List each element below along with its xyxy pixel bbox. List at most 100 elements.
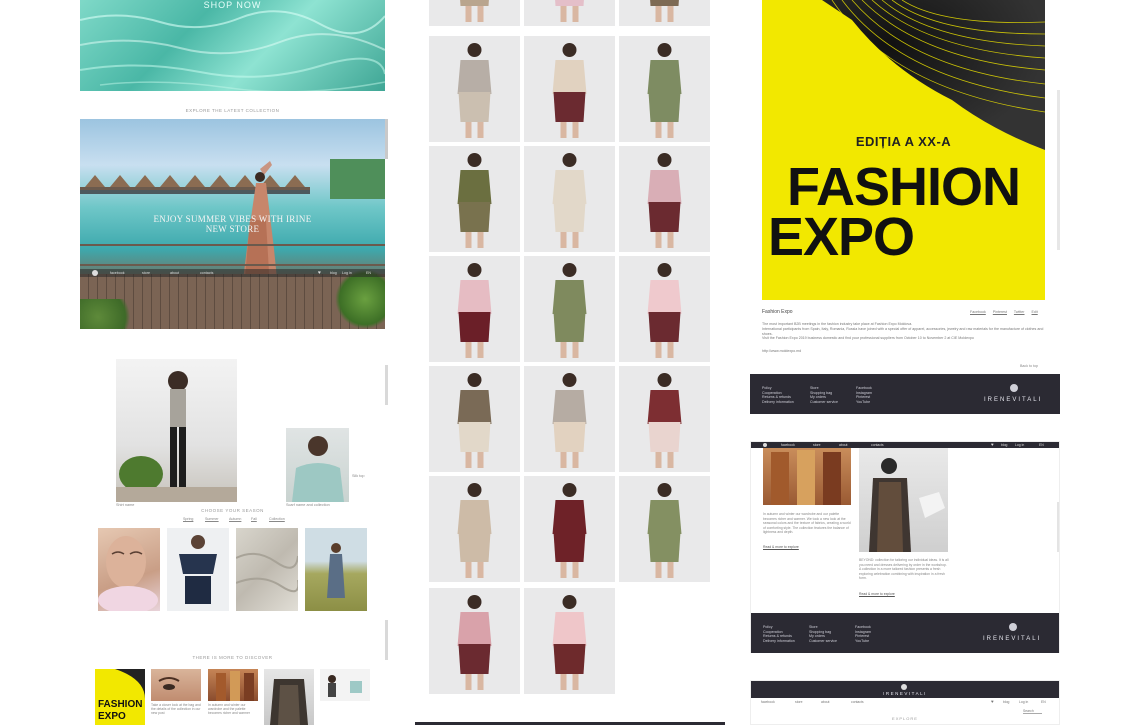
page2-photo-atelier[interactable] — [859, 448, 948, 552]
product-card[interactable] — [429, 0, 520, 26]
product-card[interactable] — [524, 36, 615, 142]
footer2-brand[interactable]: IRENEVITALI — [983, 636, 1041, 642]
season-photo-face[interactable] — [98, 528, 160, 611]
banner-nav-store[interactable]: store — [142, 271, 150, 275]
product-card[interactable] — [619, 0, 710, 26]
page2-nav-store[interactable]: store — [813, 443, 821, 447]
left-scrollbar-2[interactable] — [385, 365, 388, 405]
page2-link1[interactable]: Read & more to explore — [763, 545, 799, 549]
product-card[interactable] — [619, 36, 710, 142]
page3-nav-store[interactable]: store — [795, 700, 803, 704]
model-silhouette — [647, 263, 682, 358]
product-card[interactable] — [524, 0, 615, 26]
banner-nav-lang[interactable]: EN — [366, 271, 371, 275]
footer-logo-icon[interactable] — [1010, 384, 1018, 392]
product-card[interactable] — [524, 476, 615, 582]
product-card[interactable] — [429, 256, 520, 362]
page3-brand[interactable]: IRENEVITALI — [751, 691, 1059, 696]
shopping-illustration — [328, 675, 362, 697]
season-tab-summer[interactable]: Summer — [205, 517, 219, 521]
more-card-autumn[interactable] — [208, 669, 258, 701]
product-card[interactable] — [429, 36, 520, 142]
left-scrollbar[interactable] — [385, 119, 388, 159]
article-link-pinterest[interactable]: Pinterest — [993, 310, 1007, 314]
product-card[interactable] — [619, 146, 710, 252]
fashion-expo-poster[interactable]: EDIȚIA A XX-A FASHION EXPO — [762, 0, 1045, 300]
more-card-eye[interactable] — [151, 669, 201, 701]
product-card[interactable] — [619, 256, 710, 362]
banner-nav-facebook[interactable]: facebook — [110, 271, 125, 275]
season-tab-spring[interactable]: Spring — [183, 517, 193, 521]
page2-photo-autumn[interactable] — [763, 448, 851, 505]
page2-nav-contacts[interactable]: contacts — [871, 443, 884, 447]
page2-link2[interactable]: Read & more to explore — [859, 592, 895, 596]
article-link-edit[interactable]: Edit — [1032, 310, 1038, 314]
heart-icon[interactable]: ♥ — [318, 270, 321, 276]
page3-search-label[interactable]: Search — [1023, 709, 1042, 714]
product-card[interactable] — [524, 366, 615, 472]
page2-nav-blog[interactable]: blog — [1001, 443, 1007, 447]
more-card-shopping[interactable] — [320, 669, 370, 701]
right-scroll-marker-1[interactable] — [1057, 90, 1060, 250]
silk-top-silhouette — [292, 436, 344, 502]
deck-railing — [80, 244, 385, 266]
poster-title-1: FASHION — [786, 157, 1021, 217]
page2-nav-login[interactable]: Log in — [1015, 443, 1024, 447]
product-card[interactable] — [524, 588, 615, 694]
product-card[interactable] — [619, 476, 710, 582]
page3-nav-about[interactable]: about — [821, 700, 830, 704]
left-scrollbar-3[interactable] — [385, 620, 388, 660]
article-back-to-top[interactable]: Back to top — [1020, 364, 1038, 368]
season-photo-linen[interactable] — [236, 528, 298, 611]
page2-nav-facebook[interactable]: facebook — [781, 443, 795, 447]
product-card[interactable] — [429, 146, 520, 252]
page3-logo-icon[interactable] — [901, 684, 907, 690]
hero-shop-now-label[interactable]: SHOP NOW — [80, 0, 385, 10]
page3-heart-icon[interactable]: ♥ — [991, 699, 994, 704]
season-photo-field[interactable] — [305, 528, 367, 611]
season-photo-top[interactable] — [167, 528, 229, 611]
more-card-fashion-expo[interactable]: FASHION EXPO — [95, 669, 145, 725]
logo-icon[interactable] — [92, 270, 98, 276]
season-tab-collection[interactable]: Collection — [269, 517, 285, 521]
product-card[interactable] — [429, 588, 520, 694]
page2-nav-about[interactable]: about — [839, 443, 848, 447]
season-tab-autumn[interactable]: Autumn — [229, 517, 241, 521]
product-card[interactable] — [429, 476, 520, 582]
page3-nav-login[interactable]: Log in — [1019, 700, 1028, 704]
featured-photo-silk-top[interactable] — [286, 428, 349, 502]
banner-nav-about[interactable]: about — [170, 271, 179, 275]
page2-heart-icon[interactable]: ♥ — [991, 442, 994, 447]
autumn-illustration — [216, 671, 254, 701]
page3-nav-contacts[interactable]: contacts — [851, 700, 864, 704]
article-link-facebook[interactable]: Facebook — [970, 310, 986, 314]
page3-nav-facebook[interactable]: facebook — [761, 700, 775, 704]
footer-brand[interactable]: IRENEVITALI — [984, 397, 1042, 403]
banner-nav-blog[interactable]: blog — [330, 271, 337, 275]
summer-banner[interactable]: ENJOY SUMMER VIBES WITH IRINE NEW STORE … — [80, 119, 385, 329]
page2-scroll-marker[interactable] — [1057, 502, 1059, 552]
footer2-logo-icon[interactable] — [1009, 623, 1017, 631]
product-card[interactable] — [619, 366, 710, 472]
season-tab-fall[interactable]: Fall — [251, 517, 257, 521]
page2-logo-icon[interactable] — [763, 443, 767, 447]
featured-photo-woman[interactable] — [116, 359, 237, 502]
banner-navbar: facebook store about contacts ♥ blog Log… — [80, 269, 385, 277]
page3-nav-lang[interactable]: EN — [1041, 700, 1046, 704]
product-card[interactable] — [429, 366, 520, 472]
plants-left — [80, 299, 140, 329]
banner-nav-login[interactable]: Log in — [342, 271, 352, 275]
page2-text-block1: In autumn and winter our wardrobe and ou… — [763, 512, 851, 535]
season-heading: CHOOSE YOUR SEASON — [201, 508, 264, 513]
page3-nav-blog[interactable]: blog — [1003, 700, 1009, 704]
water-ripples — [80, 10, 385, 91]
article-link-twitter[interactable]: Twitter — [1014, 310, 1025, 314]
product-card[interactable] — [524, 256, 615, 362]
model-silhouette — [650, 0, 679, 22]
more-card-atelier[interactable] — [264, 669, 314, 725]
page2-nav-lang[interactable]: EN — [1039, 443, 1044, 447]
site-footer-1: Policy Cooperation Returns & refunds Deliv… — [750, 374, 1060, 414]
banner-nav-contacts[interactable]: contacts — [200, 271, 213, 275]
product-card[interactable] — [524, 146, 615, 252]
atelier-illustration — [270, 679, 308, 725]
